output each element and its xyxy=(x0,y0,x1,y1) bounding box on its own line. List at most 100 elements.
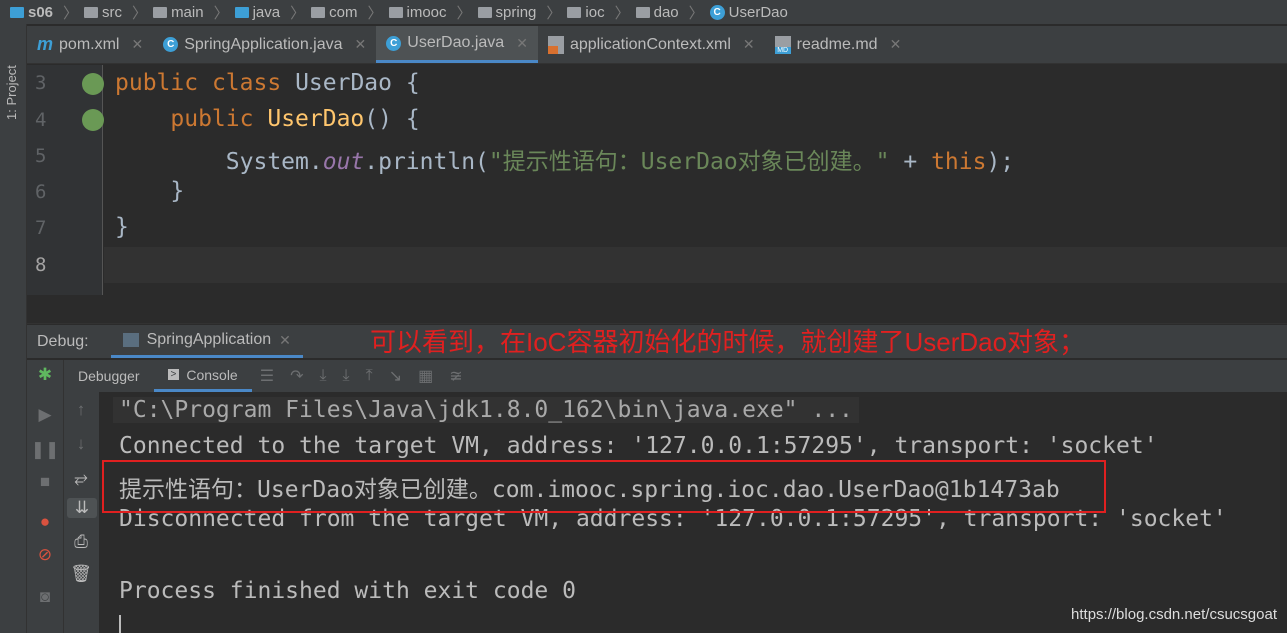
tab-label: applicationContext.xml xyxy=(569,35,731,53)
console-line: "C:\Program Files\Java\jdk1.8.0_162\bin\… xyxy=(113,397,859,423)
crumb-label: s06 xyxy=(28,3,54,21)
line-number: 7 xyxy=(35,217,47,239)
tab-application-context[interactable]: applicationContext.xml ✕ xyxy=(538,26,765,63)
breadcrumb-src[interactable]: src 〉 xyxy=(84,2,153,23)
package-icon xyxy=(635,6,650,18)
project-tool-button[interactable]: 1: Project xyxy=(4,65,19,120)
breadcrumb-main[interactable]: main 〉 xyxy=(153,2,235,23)
debug-label: Debug: xyxy=(37,332,89,350)
breadcrumb: s06 〉 src 〉 main 〉 java 〉 com 〉 imooc 〉 spring… xyxy=(0,0,1287,24)
breadcrumb-userdao[interactable]: C UserDao xyxy=(709,3,788,21)
debug-side-toolbar: ✱ ▶ ❚❚ ■ ● ⊘ ◙ xyxy=(27,360,64,633)
debug-toolbar: Debugger > Console ☰ ↷ ⤓ ⤓ ⤒ ↘ ▦ ≆ xyxy=(64,360,1287,392)
crumb-label: dao xyxy=(653,3,679,21)
breakpoints-icon[interactable]: ● xyxy=(30,512,60,532)
line-number: 8 xyxy=(35,254,47,276)
trace-icon[interactable]: ≆ xyxy=(449,366,462,386)
text-cursor xyxy=(119,615,121,633)
breadcrumb-java[interactable]: java 〉 xyxy=(234,2,312,23)
step-over-icon[interactable]: ↷ xyxy=(290,366,303,386)
code-line-6: } xyxy=(170,178,185,204)
line-number: 5 xyxy=(35,145,47,167)
mute-breakpoints-icon[interactable]: ⊘ xyxy=(30,545,60,565)
camera-icon[interactable]: ◙ xyxy=(30,587,60,607)
tab-debugger[interactable]: Debugger xyxy=(64,360,154,392)
package-icon xyxy=(311,6,326,18)
tab-label: pom.xml xyxy=(59,35,120,53)
console-side-toolbar: ↑ ↓ ⥂ ⇊ ⎙ 🗑 xyxy=(64,392,99,633)
tab-spring-application[interactable]: C SpringApplication.java ✕ xyxy=(153,26,376,63)
up-arrow-icon[interactable]: ↑ xyxy=(66,400,96,420)
tab-label: Debugger xyxy=(78,368,140,384)
force-step-into-icon[interactable]: ⤓ xyxy=(343,367,350,385)
package-icon xyxy=(388,6,403,18)
spring-bean-method-icon[interactable] xyxy=(82,109,104,131)
folder-icon xyxy=(153,6,168,18)
left-tool-strip: 1: Project xyxy=(0,24,27,633)
tab-label: UserDao.java xyxy=(407,34,505,51)
tab-console[interactable]: > Console xyxy=(153,360,252,392)
spring-bean-icon[interactable] xyxy=(82,73,104,95)
close-icon[interactable]: ✕ xyxy=(279,332,291,349)
breadcrumb-spring[interactable]: spring 〉 xyxy=(477,2,568,23)
breadcrumb-dao[interactable]: dao 〉 xyxy=(635,2,710,23)
line-number: 4 xyxy=(35,109,47,131)
breadcrumb-imooc[interactable]: imooc 〉 xyxy=(388,2,478,23)
debug-session-tab[interactable]: SpringApplication ✕ xyxy=(110,325,303,358)
crumb-label: java xyxy=(252,3,281,21)
code-line-3: public class UserDao { xyxy=(115,70,420,96)
class-icon: C xyxy=(386,35,402,51)
tab-label: Console xyxy=(186,366,238,383)
editor-bottom xyxy=(27,295,1287,324)
highlight-box xyxy=(102,460,1106,513)
step-into-icon[interactable]: ⤓ xyxy=(319,367,326,385)
threads-icon[interactable]: ☰ xyxy=(260,366,274,386)
crumb-label: UserDao xyxy=(728,3,788,21)
folder-icon xyxy=(84,6,99,18)
maven-icon: m xyxy=(37,34,54,54)
pause-icon[interactable]: ❚❚ xyxy=(30,440,60,460)
code-line-4: public UserDao() { xyxy=(170,106,420,132)
resume-icon[interactable]: ▶ xyxy=(30,405,60,425)
code-editor[interactable]: public class UserDao { public UserDao() … xyxy=(104,65,1287,295)
breadcrumb-ioc[interactable]: ioc 〉 xyxy=(567,2,635,23)
tab-readme[interactable]: readme.md ✕ xyxy=(765,26,912,63)
annotation-text: 可以看到，在IoC容器初始化的时候，就创建了UserDao对象； xyxy=(370,327,1086,357)
class-icon: C xyxy=(709,4,725,20)
stop-icon[interactable]: ■ xyxy=(30,472,60,492)
crumb-label: com xyxy=(329,3,358,21)
watermark: https://blog.csdn.net/csucsgoat xyxy=(1071,606,1277,623)
run-to-cursor-icon[interactable]: ↘ xyxy=(389,366,402,386)
tab-pom-xml[interactable]: m pom.xml ✕ xyxy=(27,26,153,63)
step-out-icon[interactable]: ⤒ xyxy=(366,367,373,385)
tab-label: readme.md xyxy=(796,35,878,53)
crumb-label: ioc xyxy=(585,3,605,21)
package-icon xyxy=(567,6,582,18)
line-number: 6 xyxy=(35,181,47,203)
tab-label: SpringApplication.java xyxy=(184,35,343,53)
breadcrumb-com[interactable]: com 〉 xyxy=(311,2,388,23)
console-icon: > xyxy=(167,369,180,380)
current-line-highlight xyxy=(104,247,1287,283)
code-line-5: System.out.println("提示性语句：UserDao对象已创建。"… xyxy=(225,149,1015,175)
trash-icon[interactable]: 🗑 xyxy=(66,564,96,584)
evaluate-icon[interactable]: ▦ xyxy=(418,366,433,386)
line-number: 3 xyxy=(35,72,47,94)
close-icon[interactable]: ✕ xyxy=(743,36,755,53)
console-output[interactable]: "C:\Program Files\Java\jdk1.8.0_162\bin\… xyxy=(100,393,1287,633)
close-icon[interactable]: ✕ xyxy=(131,36,143,53)
breadcrumb-s06[interactable]: s06 〉 xyxy=(10,2,84,23)
close-icon[interactable]: ✕ xyxy=(890,36,902,53)
bug-icon: ✱ xyxy=(37,365,53,384)
session-label: SpringApplication xyxy=(146,331,272,348)
close-icon[interactable]: ✕ xyxy=(516,35,528,52)
print-icon[interactable]: ⎙ xyxy=(66,532,96,552)
down-arrow-icon[interactable]: ↓ xyxy=(66,434,96,454)
xml-icon xyxy=(547,35,564,54)
tab-userdao[interactable]: C UserDao.java ✕ xyxy=(376,26,538,63)
console-line: Process finished with exit code 0 xyxy=(119,578,576,604)
soft-wrap-icon[interactable]: ⥂ xyxy=(66,468,96,488)
close-icon[interactable]: ✕ xyxy=(355,36,367,53)
scroll-to-end-icon[interactable]: ⇊ xyxy=(67,498,97,518)
module-icon xyxy=(10,6,24,18)
